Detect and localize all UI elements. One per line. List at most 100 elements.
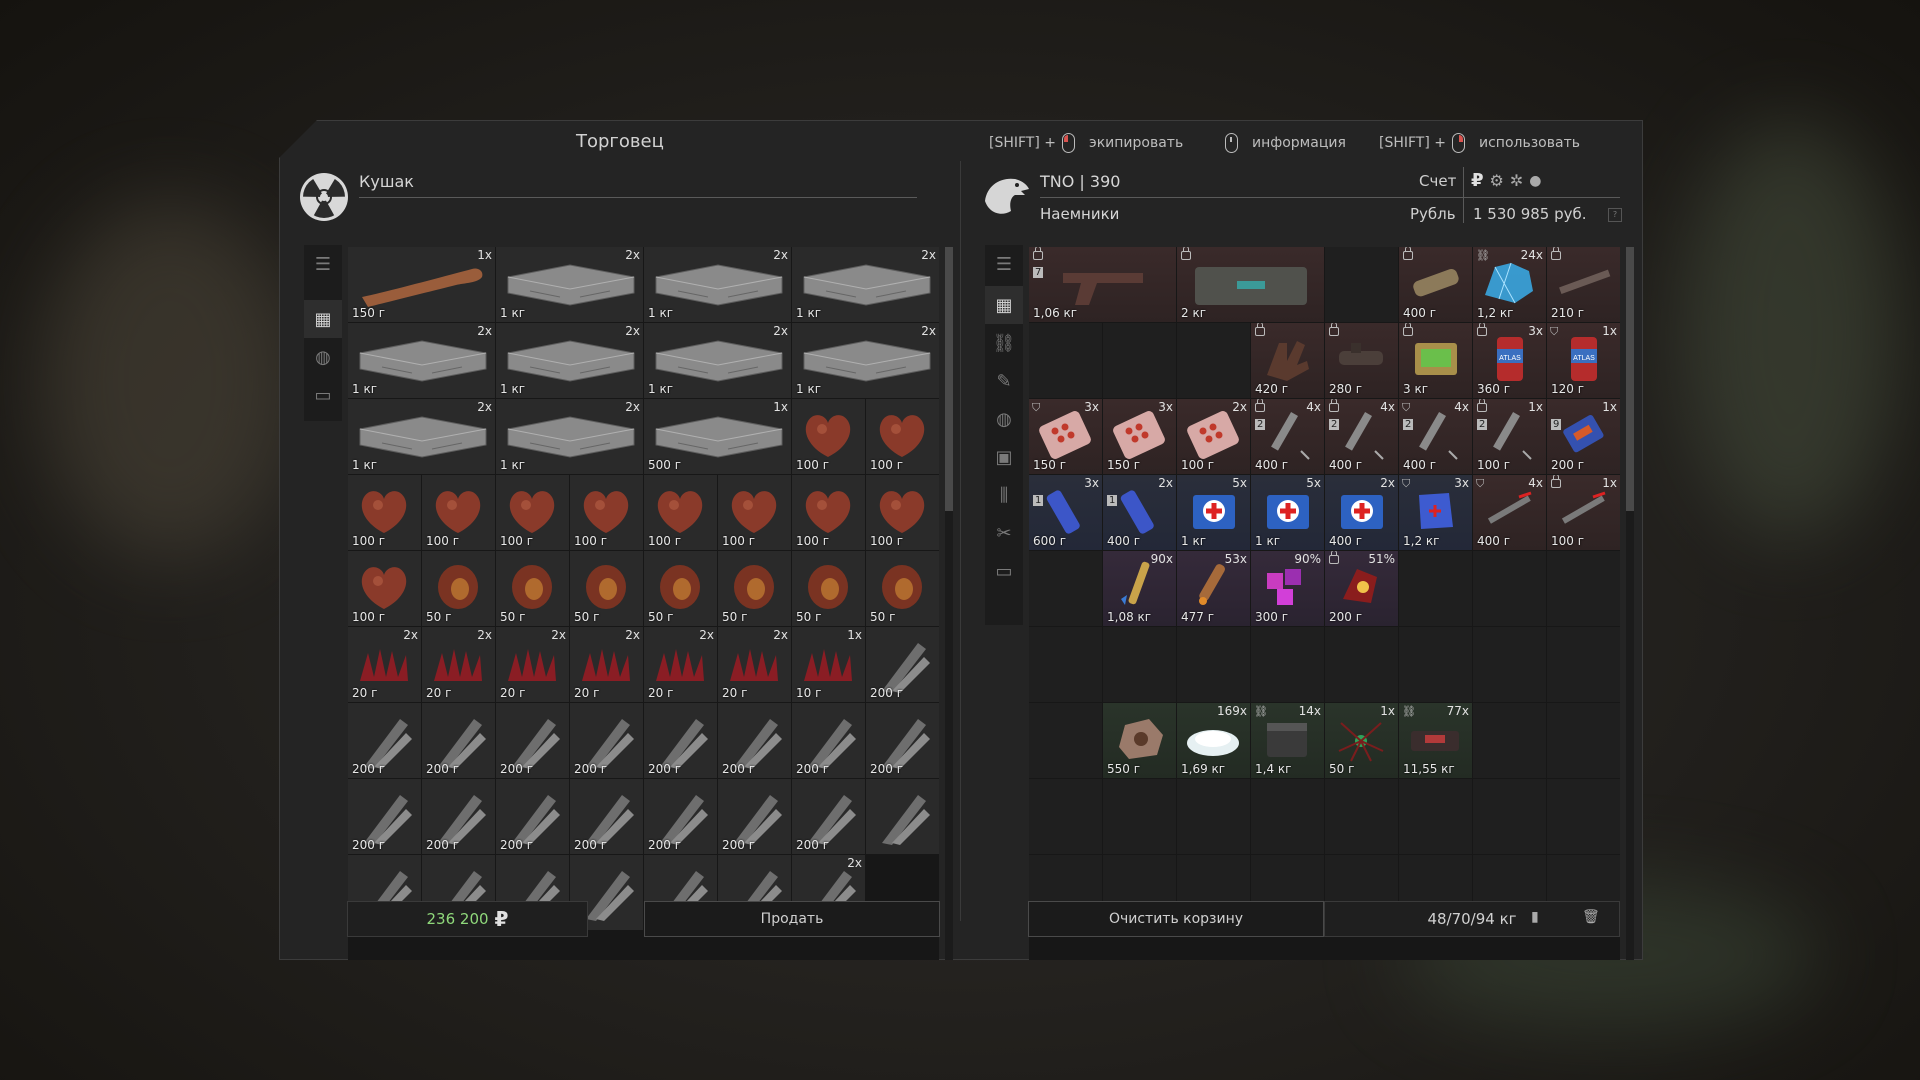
trash-icon[interactable]: 🗑 <box>1582 909 1600 925</box>
inventory-item[interactable]: ⛓ 24x 1,2 кг <box>1473 247 1546 322</box>
inventory-item[interactable]: 2x 1 кг <box>644 323 791 398</box>
inventory-item[interactable] <box>866 779 939 854</box>
inventory-item[interactable]: 3x 150 г <box>1103 399 1176 474</box>
inventory-item[interactable]: 200 г <box>792 779 865 854</box>
artifact-filter-icon[interactable]: ◍ <box>304 338 342 376</box>
inventory-item[interactable]: 2x 20 г <box>718 627 791 702</box>
inventory-item[interactable]: 50 г <box>718 551 791 626</box>
inventory-item[interactable]: ⛉ 4x 400 г <box>1473 475 1546 550</box>
coin-icon[interactable]: ● <box>1529 173 1541 189</box>
inventory-item[interactable]: ⛓ 77x 11,55 кг <box>1399 703 1472 778</box>
player-scrollbar[interactable] <box>1626 247 1634 960</box>
inventory-item[interactable]: 1x 100 г <box>1547 475 1620 550</box>
inventory-item[interactable]: 7 1,06 кг <box>1029 247 1176 322</box>
inventory-item[interactable]: 200 г <box>644 703 717 778</box>
inventory-item[interactable]: 2x 20 г <box>422 627 495 702</box>
inventory-item[interactable]: 100 г <box>496 475 569 550</box>
inventory-item[interactable]: 200 г <box>792 703 865 778</box>
inventory-item[interactable]: 5x 1 кг <box>1251 475 1324 550</box>
link-filter-icon[interactable]: ⛓ <box>985 324 1023 362</box>
inventory-item[interactable]: 200 г <box>718 703 791 778</box>
inventory-item[interactable]: 210 г <box>1547 247 1620 322</box>
device-filter-icon[interactable]: ▣ <box>985 438 1023 476</box>
inventory-item[interactable]: 2 1x 100 г <box>1473 399 1546 474</box>
inventory-item[interactable]: 2x 1 кг <box>496 247 643 322</box>
inventory-item[interactable]: 2x 1 кг <box>496 399 643 474</box>
inventory-item[interactable]: 2x 1 кг <box>348 399 495 474</box>
inventory-item[interactable]: 2x 100 г <box>1177 399 1250 474</box>
inventory-item[interactable]: 280 г <box>1325 323 1398 398</box>
inventory-item[interactable]: 1x 500 г <box>644 399 791 474</box>
inventory-item[interactable]: 2x 20 г <box>644 627 717 702</box>
inventory-item[interactable]: 100 г <box>792 399 865 474</box>
inventory-item[interactable]: 51% 200 г <box>1325 551 1398 626</box>
artifact-filter-icon[interactable]: ◍ <box>985 400 1023 438</box>
inventory-item[interactable]: 200 г <box>570 703 643 778</box>
grid-view-icon[interactable]: ▦ <box>304 300 342 338</box>
inventory-item[interactable]: 2x 1 кг <box>792 323 939 398</box>
inventory-item[interactable]: 100 г <box>348 551 421 626</box>
grid-view-icon[interactable]: ▦ <box>985 286 1023 324</box>
inventory-item[interactable]: 200 г <box>718 779 791 854</box>
inventory-item[interactable]: 2 кг <box>1177 247 1324 322</box>
inventory-item[interactable]: ⛉ 3x 1,2 кг <box>1399 475 1472 550</box>
inventory-item[interactable]: 2 4x 400 г <box>1325 399 1398 474</box>
inventory-item[interactable]: 1x 10 г <box>792 627 865 702</box>
inventory-item[interactable]: 100 г <box>570 475 643 550</box>
sort-list-icon[interactable]: ☰ <box>304 245 342 283</box>
inventory-item[interactable]: 1x 150 г <box>348 247 495 322</box>
inventory-item[interactable]: ⛉ 2 4x 400 г <box>1399 399 1472 474</box>
inventory-item[interactable]: 2x 20 г <box>570 627 643 702</box>
trader-scrollbar[interactable] <box>945 247 953 960</box>
inventory-item[interactable]: 50 г <box>792 551 865 626</box>
inventory-item[interactable]: 2x 1 кг <box>644 247 791 322</box>
inventory-item[interactable]: 1 2x 400 г <box>1103 475 1176 550</box>
inventory-item[interactable]: 50 г <box>644 551 717 626</box>
inventory-item[interactable]: ⛓ 14x 1,4 кг <box>1251 703 1324 778</box>
inventory-item[interactable]: 550 г <box>1103 703 1176 778</box>
inventory-item[interactable]: 3 кг <box>1399 323 1472 398</box>
inventory-item[interactable]: 200 г <box>348 703 421 778</box>
inventory-item[interactable]: 400 г <box>1399 247 1472 322</box>
inventory-item[interactable]: 200 г <box>496 779 569 854</box>
inventory-item[interactable]: 100 г <box>348 475 421 550</box>
inventory-item[interactable]: 2x 20 г <box>496 627 569 702</box>
inventory-item[interactable]: 1x 50 г <box>1325 703 1398 778</box>
sort-list-icon[interactable]: ☰ <box>985 245 1023 283</box>
inventory-item[interactable]: 100 г <box>866 475 939 550</box>
inventory-item[interactable]: 200 г <box>348 779 421 854</box>
inventory-item[interactable]: 5x 1 кг <box>1177 475 1250 550</box>
currency-selector[interactable]: ₽ ⚙ ✲ ● <box>1471 170 1542 191</box>
inventory-item[interactable]: 100 г <box>718 475 791 550</box>
inventory-item[interactable]: ATLAS ⛉ 1x 120 г <box>1547 323 1620 398</box>
inventory-item[interactable]: 100 г <box>792 475 865 550</box>
ruble-icon[interactable]: ₽ <box>1471 170 1484 191</box>
info-icon[interactable]: ? <box>1608 208 1622 222</box>
inventory-item[interactable]: 90% 300 г <box>1251 551 1324 626</box>
inventory-item[interactable]: 2x 1 кг <box>348 323 495 398</box>
inventory-item[interactable]: 90x 1,08 кг <box>1103 551 1176 626</box>
inventory-item[interactable]: 200 г <box>866 703 939 778</box>
inventory-item[interactable]: 200 г <box>496 703 569 778</box>
inventory-item[interactable]: 2x 1 кг <box>496 323 643 398</box>
scrollbar-thumb[interactable] <box>1626 247 1634 511</box>
gear-currency-icon[interactable]: ⚙ <box>1490 171 1504 190</box>
inventory-item[interactable]: 2 4x 400 г <box>1251 399 1324 474</box>
inventory-item[interactable]: 2x 400 г <box>1325 475 1398 550</box>
inventory-item[interactable]: 2x 1 кг <box>792 247 939 322</box>
sell-button[interactable]: Продать <box>644 901 940 937</box>
inventory-item[interactable]: 53x 477 г <box>1177 551 1250 626</box>
inventory-item[interactable]: 100 г <box>644 475 717 550</box>
inventory-item[interactable]: ATLAS 3x 360 г <box>1473 323 1546 398</box>
tools-filter-icon[interactable]: ✂ <box>985 514 1023 552</box>
inventory-item[interactable]: 100 г <box>866 399 939 474</box>
cog-currency-icon[interactable]: ✲ <box>1510 171 1523 190</box>
scrollbar-thumb[interactable] <box>945 247 953 511</box>
inventory-item[interactable]: 420 г <box>1251 323 1324 398</box>
inventory-item[interactable]: 1 3x 600 г <box>1029 475 1102 550</box>
inventory-item[interactable]: 200 г <box>422 779 495 854</box>
storage-filter-icon[interactable]: ▭ <box>304 376 342 414</box>
inventory-item[interactable]: 2x 20 г <box>348 627 421 702</box>
inventory-item[interactable]: 50 г <box>422 551 495 626</box>
inventory-item[interactable]: 9 1x 200 г <box>1547 399 1620 474</box>
